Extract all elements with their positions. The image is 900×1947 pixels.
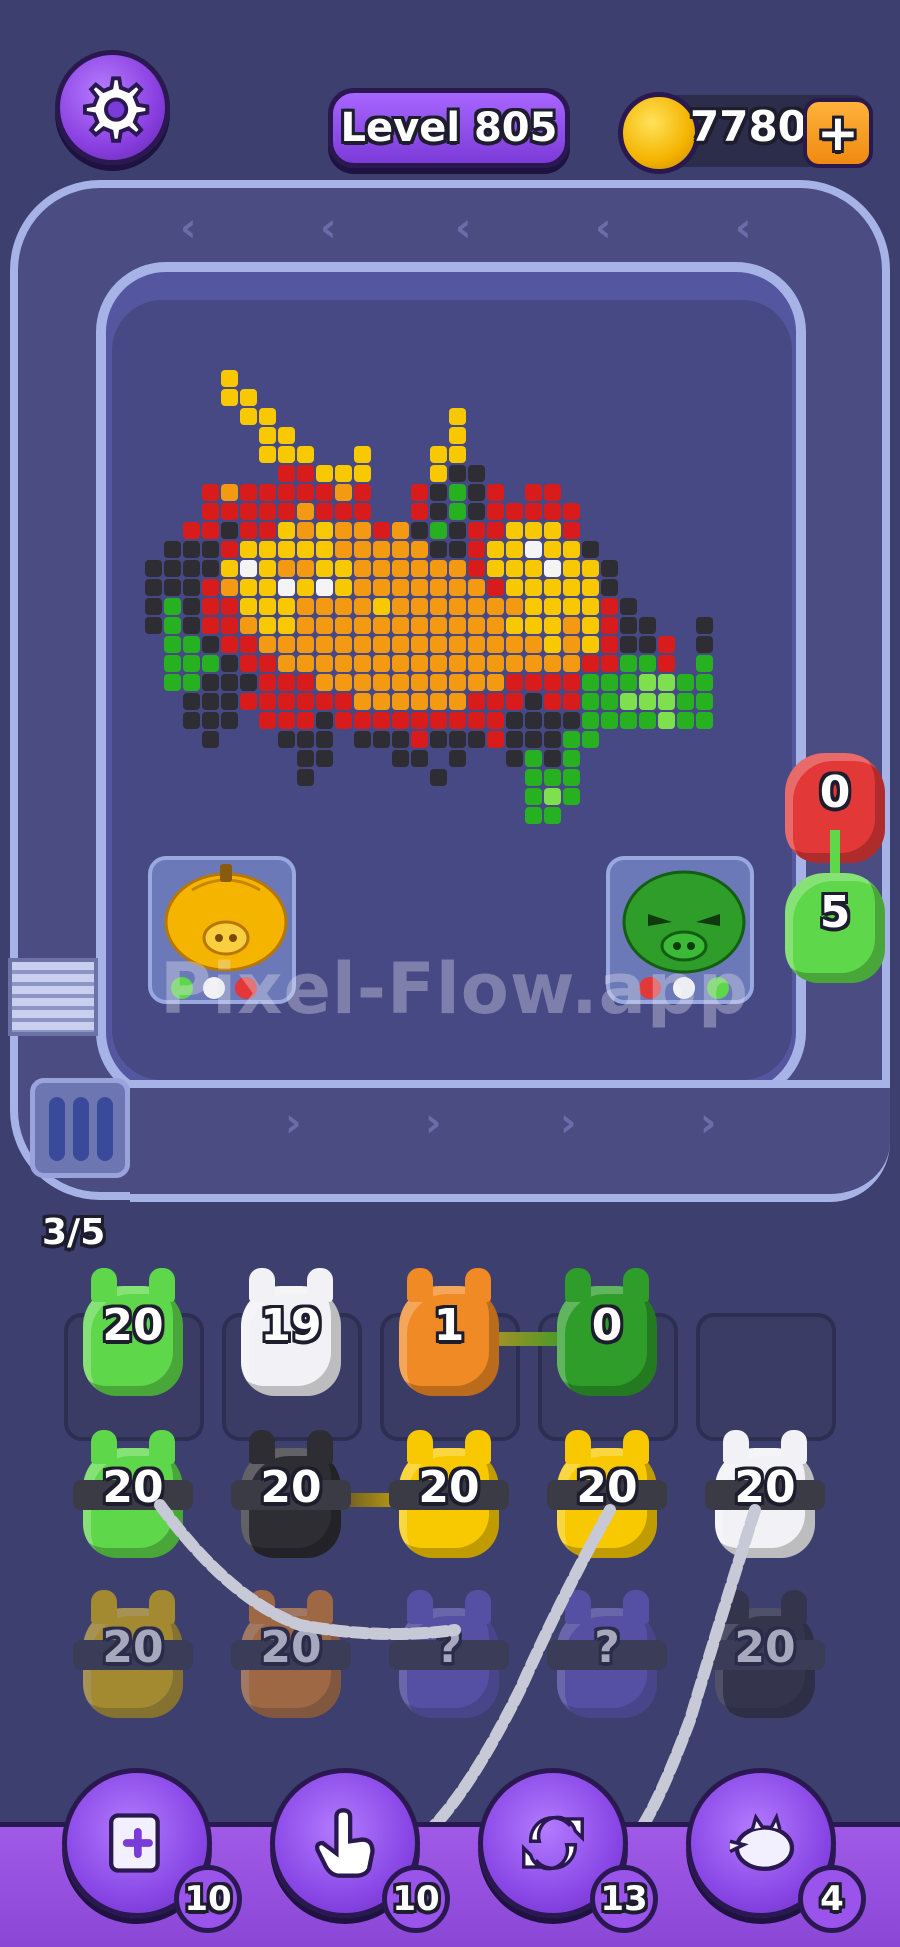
pig-ammo-count: ? [594, 1622, 620, 1673]
pig-ear [149, 1590, 175, 1624]
pig-ear [623, 1590, 649, 1624]
plus-icon: + [817, 104, 859, 162]
pig-ammo-count: 20 [734, 1622, 796, 1673]
pig-ear [781, 1430, 807, 1464]
pig-ammo-count: 19 [260, 1300, 322, 1351]
shooter-pig[interactable]: 20 [231, 1430, 351, 1565]
chevron-left-icon: ‹ [455, 205, 472, 251]
shooter-pig[interactable]: 20 [705, 1430, 825, 1565]
pig-ear [149, 1430, 175, 1464]
refresh-icon [522, 1815, 584, 1871]
pig-ammo-count: 20 [102, 1300, 164, 1351]
shooter-pig[interactable]: ? [547, 1590, 667, 1725]
pig-ammo-count: ? [436, 1622, 462, 1673]
pig-ear [407, 1430, 433, 1464]
level-indicator: Level 805 [328, 88, 570, 168]
pig-ear [465, 1430, 491, 1464]
pig-ear [249, 1268, 275, 1302]
shooter-pig[interactable]: ? [389, 1590, 509, 1725]
hand-count-badge: 10 [382, 1865, 450, 1933]
pig-silhouette-icon [729, 1812, 795, 1871]
pig-ear [781, 1590, 807, 1624]
chevron-right-icon: › [425, 1100, 442, 1146]
gear-icon [82, 75, 149, 143]
coin-amount: 7780 [690, 102, 807, 151]
chevron-left-icon: ‹ [735, 205, 752, 251]
slot-progress: 3/5 [42, 1212, 106, 1253]
chevron-right-icon: › [285, 1100, 302, 1146]
pig-ear [565, 1430, 591, 1464]
chevron-left-icon: ‹ [320, 205, 337, 251]
pig-ear [91, 1430, 117, 1464]
level-label: Level 805 [340, 105, 558, 151]
side-pig-green[interactable]: 5 [775, 855, 895, 990]
pig-ammo-count: 20 [576, 1462, 638, 1513]
pig-ear [623, 1430, 649, 1464]
pig-ear [565, 1590, 591, 1624]
empty-pig-slot[interactable] [696, 1313, 836, 1441]
pig-ear [307, 1430, 333, 1464]
pig-ear [723, 1430, 749, 1464]
conveyor-track-bottom [130, 1080, 890, 1202]
watermark-text: Pixel-Flow.app [160, 948, 750, 1030]
shuffle-count-badge: 13 [590, 1865, 658, 1933]
hand-pointer-icon [315, 1808, 375, 1878]
settings-button[interactable] [55, 50, 170, 165]
chevron-right-icon: › [560, 1100, 577, 1146]
buy-coins-button[interactable]: + [803, 98, 873, 168]
pig-ear [249, 1430, 275, 1464]
pig-ear [407, 1268, 433, 1302]
pig-ammo-count: 20 [260, 1462, 322, 1513]
pig-ear [91, 1268, 117, 1302]
add-slot-icon [109, 1813, 160, 1873]
pig-ammo-count: 1 [433, 1300, 465, 1351]
pig-ear [307, 1590, 333, 1624]
chevron-left-icon: ‹ [595, 205, 612, 251]
pig-ear [249, 1590, 275, 1624]
pig-ammo-count: 20 [734, 1462, 796, 1513]
side-pig-count: 0 [819, 767, 851, 818]
conveyor-gate [8, 958, 98, 1036]
chevron-left-icon: ‹ [180, 205, 197, 251]
coin-icon [618, 92, 700, 174]
pig-ear [723, 1590, 749, 1624]
shooter-pig[interactable]: 20 [547, 1430, 667, 1565]
pig-ammo-count: 20 [102, 1462, 164, 1513]
conveyor-queue-slot [30, 1078, 130, 1178]
shooter-pig[interactable]: 20 [705, 1590, 825, 1725]
pig-ear [91, 1590, 117, 1624]
shooter-pig[interactable]: 20 [231, 1590, 351, 1725]
shooter-pig[interactable]: 19 [231, 1268, 351, 1403]
pig-ammo-count: 20 [260, 1622, 322, 1673]
shooter-pig[interactable]: 20 [389, 1430, 509, 1565]
ghost-pig-count-badge: 4 [798, 1865, 866, 1933]
pig-ammo-count: 20 [418, 1462, 480, 1513]
pig-ear [465, 1590, 491, 1624]
pig-ear [307, 1268, 333, 1302]
pig-ear [149, 1268, 175, 1302]
shooter-pig[interactable]: 20 [73, 1590, 193, 1725]
shooter-pig[interactable]: 0 [547, 1268, 667, 1403]
chevron-right-icon: › [700, 1100, 717, 1146]
shooter-pig[interactable]: 20 [73, 1268, 193, 1403]
pig-ammo-count: 20 [102, 1622, 164, 1673]
pig-ear [407, 1590, 433, 1624]
pig-ammo-count: 0 [591, 1300, 623, 1351]
pig-ear [623, 1268, 649, 1302]
pig-ear [565, 1268, 591, 1302]
shooter-pig[interactable]: 1 [389, 1268, 509, 1403]
shooter-pig[interactable]: 20 [73, 1430, 193, 1565]
pig-ear [465, 1268, 491, 1302]
side-pig-count: 5 [819, 887, 851, 938]
side-pig-stack[interactable]: 0 5 [775, 735, 895, 985]
add-slot-count-badge: 10 [174, 1865, 242, 1933]
